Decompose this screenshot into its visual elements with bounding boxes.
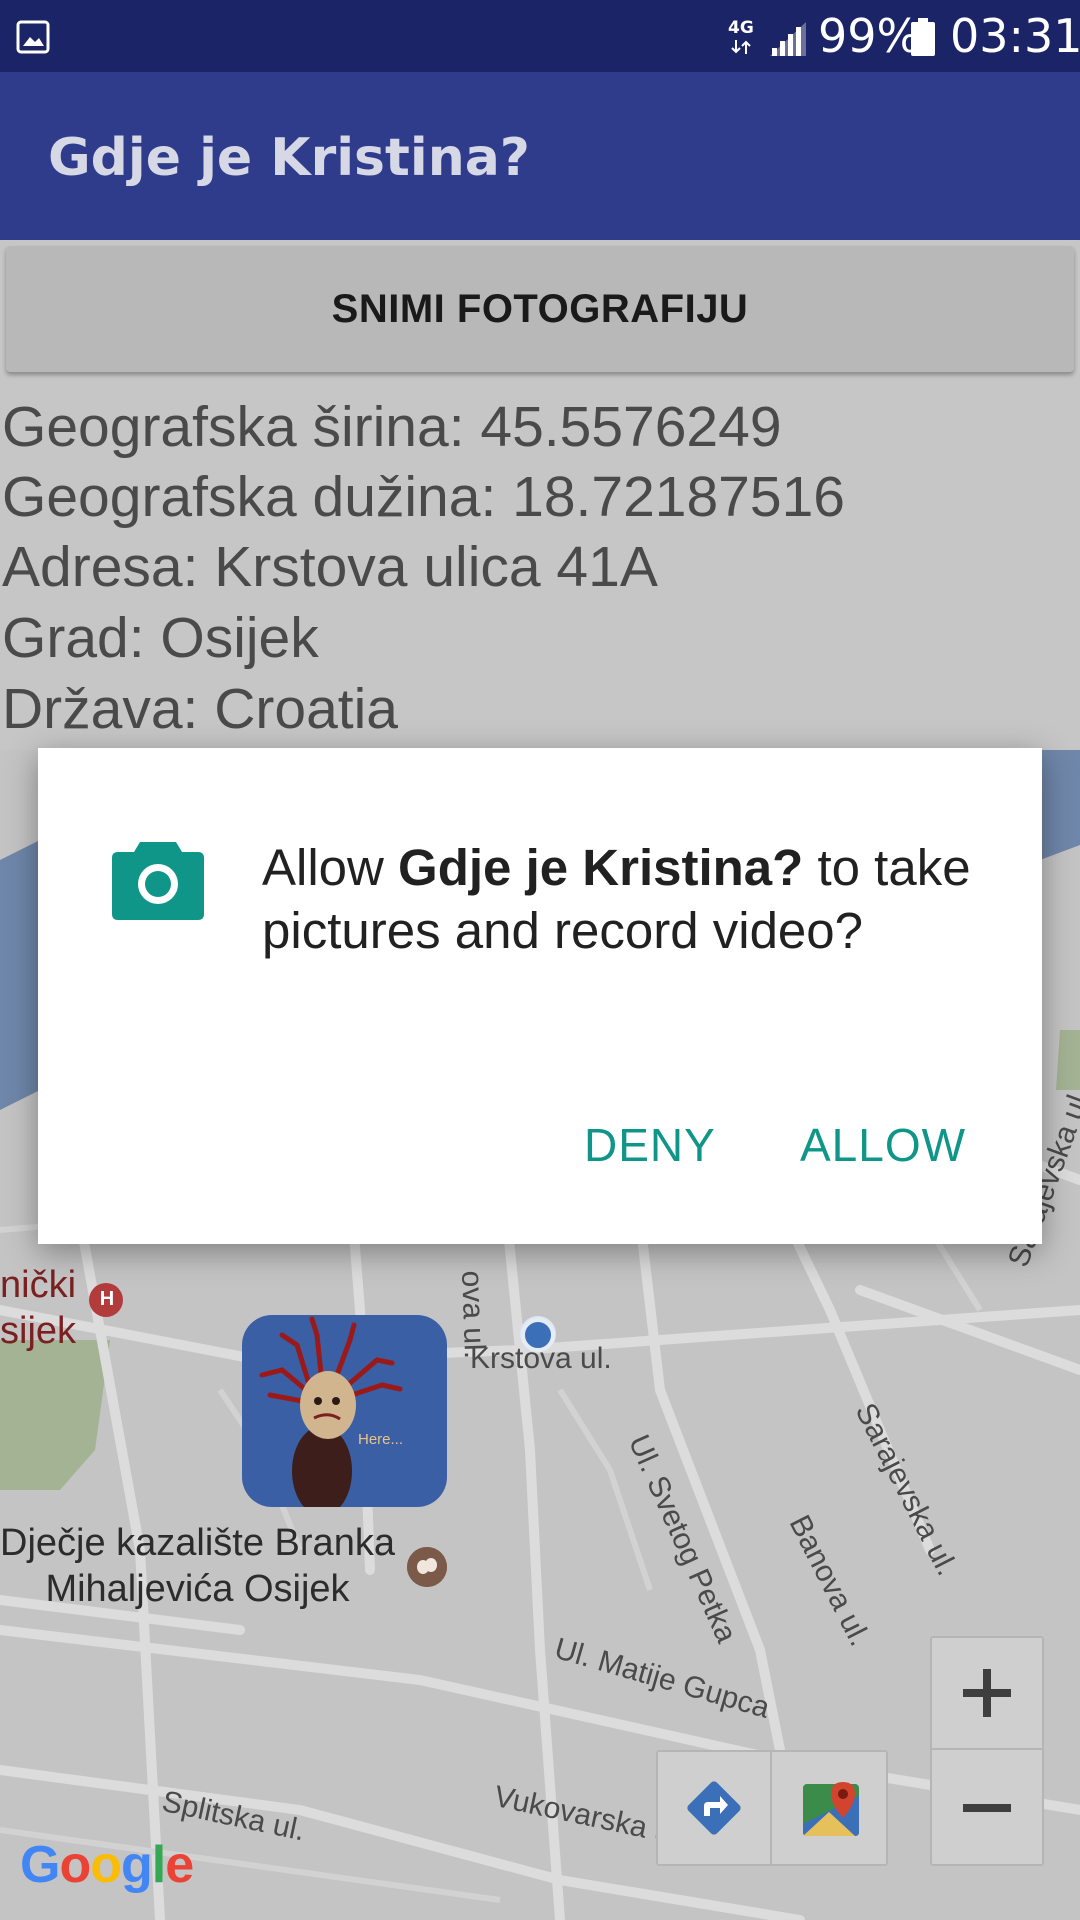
street-label: Krstova ul. xyxy=(470,1342,612,1375)
theatre-icon xyxy=(407,1547,447,1587)
take-photo-button[interactable]: SNIMI FOTOGRAFIJU xyxy=(6,246,1074,372)
directions-icon xyxy=(687,1781,741,1835)
zoom-controls xyxy=(930,1636,1044,1866)
plus-icon xyxy=(963,1669,1011,1717)
longitude-text: Geografska dužina: 18.72187516 xyxy=(2,465,845,529)
city-text: Grad: Osijek xyxy=(2,606,319,670)
kristina-marker-thumbnail[interactable]: Here... xyxy=(242,1315,447,1507)
app-bar: Gdje je Kristina? xyxy=(0,72,1080,240)
poi-hospital-label: nički sijek xyxy=(0,1264,77,1352)
camera-icon xyxy=(112,842,204,920)
permission-message: Allow Gdje je Kristina? to take pictures… xyxy=(262,839,971,959)
street-label: ova ul. xyxy=(455,1270,492,1360)
zoom-out-button[interactable] xyxy=(932,1752,1042,1864)
clock: 03:31 xyxy=(950,9,1080,63)
battery-percentage: 99% xyxy=(818,9,921,63)
deny-button[interactable]: DENY xyxy=(584,1118,716,1172)
gallery-notification-icon xyxy=(16,20,50,54)
kristina-figure-icon xyxy=(259,1316,403,1507)
country-text: Država: Croatia xyxy=(2,677,398,741)
network-type-icon: 4G xyxy=(722,18,762,58)
directions-button[interactable] xyxy=(658,1752,772,1864)
signal-strength-icon xyxy=(770,22,806,56)
location-panel: SNIMI FOTOGRAFIJU Geografska širina: 45.… xyxy=(0,240,1080,750)
google-maps-icon xyxy=(803,1782,859,1836)
hospital-icon: H xyxy=(92,1284,122,1314)
address-text: Adresa: Krstova ulica 41A xyxy=(2,535,658,599)
permission-dialog: Allow Gdje je Kristina? to take pictures… xyxy=(38,748,1042,1244)
permission-app-name: Gdje je Kristina? xyxy=(398,839,804,896)
minus-icon xyxy=(963,1804,1011,1812)
app-title: Gdje je Kristina? xyxy=(48,128,530,188)
marker-caption: Here... xyxy=(358,1431,404,1448)
poi-theatre-label: Dječje kazalište Branka Mihaljevića Osije… xyxy=(0,1522,395,1610)
map-toolbar xyxy=(656,1750,888,1866)
latitude-text: Geografska širina: 45.5576249 xyxy=(2,395,782,459)
open-in-maps-button[interactable] xyxy=(774,1752,888,1864)
status-bar: 4G 99% 03:31 xyxy=(0,0,1080,72)
google-logo: Google xyxy=(20,1836,194,1894)
battery-icon xyxy=(911,18,935,56)
zoom-in-button[interactable] xyxy=(932,1638,1042,1750)
allow-button[interactable]: ALLOW xyxy=(800,1118,966,1172)
